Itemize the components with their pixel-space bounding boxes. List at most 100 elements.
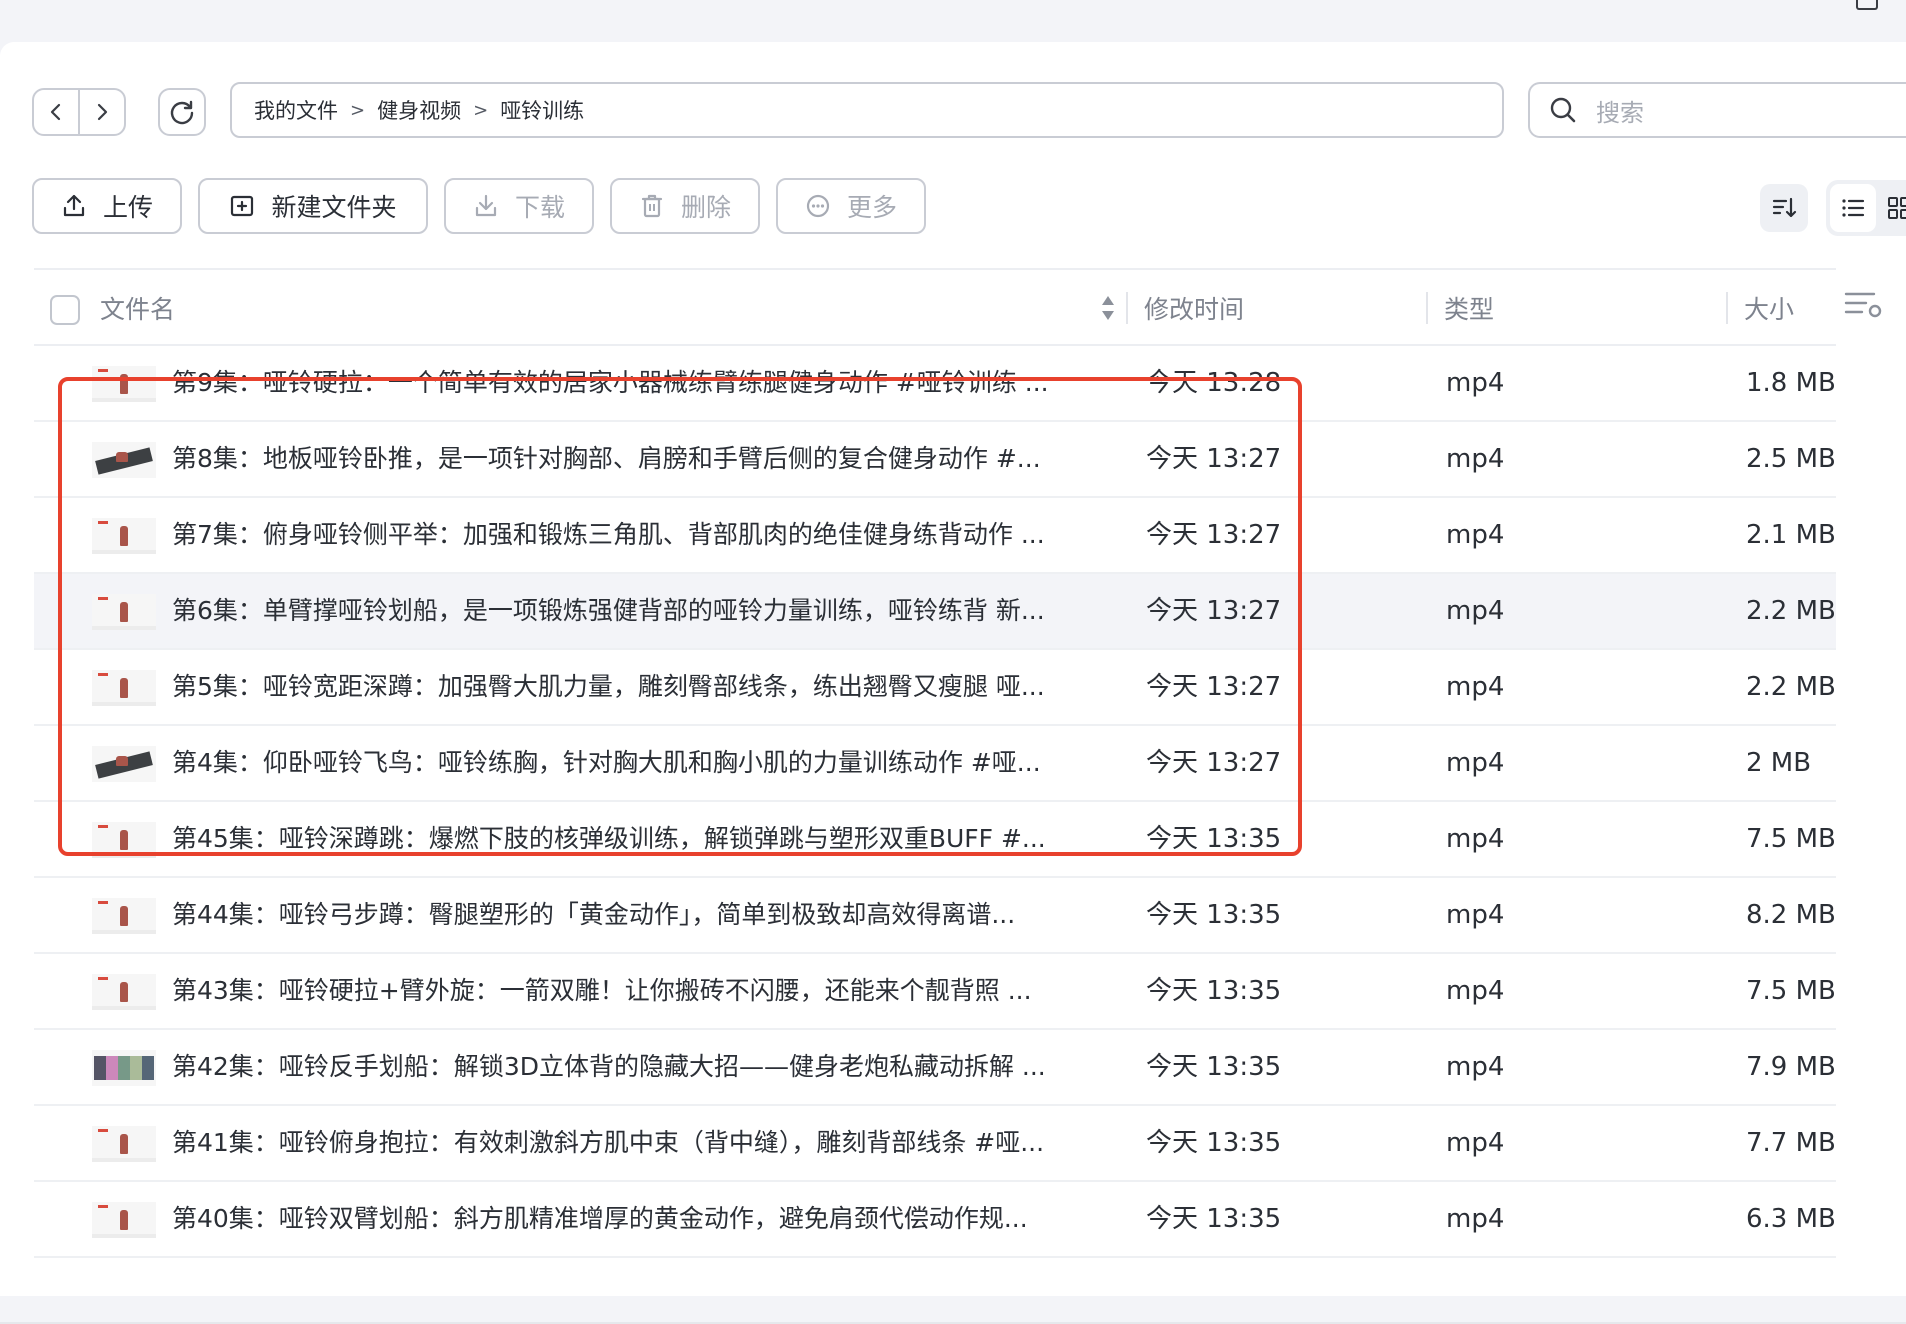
file-modified-time: 今天 13:28 <box>1146 368 1282 398</box>
breadcrumb-item-my-files[interactable]: 我的文件 <box>254 95 338 125</box>
file-size: 8.2 MB <box>1746 900 1836 930</box>
file-name[interactable]: 第43集：哑铃硬拉+臂外旋：一箭双雕！让你搬砖不闪腰，还能来个靓背照 ... <box>172 954 1142 1028</box>
breadcrumb: 我的文件 > 健身视频 > 哑铃训练 <box>230 82 1504 138</box>
column-header-size[interactable]: 大小 <box>1744 270 1794 346</box>
download-label: 下载 <box>514 193 565 222</box>
search-placeholder: 搜索 <box>1596 98 1644 127</box>
table-row[interactable]: 第6集：单臂撑哑铃划船，是一项锻炼强健背部的哑铃力量训练，哑铃练背 新... 今天… <box>34 574 1836 650</box>
file-name[interactable]: 第4集：仰卧哑铃飞鸟：哑铃练胸，针对胸大肌和胸小肌的力量训练动作 #哑... <box>172 726 1142 800</box>
breadcrumb-separator: > <box>350 99 366 121</box>
file-name[interactable]: 第42集：哑铃反手划船：解锁3D立体背的隐藏大招——健身老炮私藏动拆解 ... <box>172 1030 1142 1104</box>
forward-button[interactable] <box>78 90 124 134</box>
table-row[interactable]: 第40集：哑铃双臂划船：斜方肌精准增厚的黄金动作，避免肩颈代偿动作规... 今天 … <box>34 1182 1836 1258</box>
column-header-type[interactable]: 类型 <box>1444 270 1494 346</box>
file-name[interactable]: 第44集：哑铃弓步蹲：臀腿塑形的「黄金动作」，简单到极致却高效得离谱... <box>172 878 1142 952</box>
file-name[interactable]: 第5集：哑铃宽距深蹲：加强臀大肌力量，雕刻臀部线条，练出翘臀又瘦腿 哑... <box>172 650 1142 724</box>
file-type: mp4 <box>1446 1052 1505 1082</box>
file-name[interactable]: 第40集：哑铃双臂划船：斜方肌精准增厚的黄金动作，避免肩颈代偿动作规... <box>172 1182 1142 1256</box>
file-size: 2.5 MB <box>1746 444 1836 474</box>
file-modified-time: 今天 13:27 <box>1146 596 1282 626</box>
list-view-icon <box>1842 199 1865 217</box>
file-name[interactable]: 第41集：哑铃俯身抱拉：有效刺激斜方肌中束（背中缝），雕刻背部线条 #哑... <box>172 1106 1142 1180</box>
file-size: 2 MB <box>1746 748 1812 778</box>
video-thumbnail <box>92 442 156 478</box>
download-button[interactable]: 下载 <box>444 178 594 234</box>
sort-button[interactable] <box>1760 184 1808 232</box>
column-settings-icon[interactable] <box>1844 288 1884 320</box>
file-type: mp4 <box>1446 976 1505 1006</box>
window-top-bar <box>0 0 1906 42</box>
select-all-checkbox[interactable] <box>50 295 80 325</box>
file-name[interactable]: 第9集：哑铃硬拉：一个简单有效的居家小器械练臂练腿健身动作 #哑铃训练 ... <box>172 346 1142 420</box>
table-row[interactable]: 第4集：仰卧哑铃飞鸟：哑铃练胸，针对胸大肌和胸小肌的力量训练动作 #哑... 今天… <box>34 726 1836 802</box>
column-divider[interactable] <box>1426 292 1428 324</box>
more-label: 更多 <box>846 193 897 222</box>
video-thumbnail <box>92 1202 156 1238</box>
file-modified-time: 今天 13:35 <box>1146 824 1282 854</box>
upload-button[interactable]: 上传 <box>32 178 182 234</box>
file-name[interactable]: 第45集：哑铃深蹲跳：爆燃下肢的核弹级训练，解锁弹跳与塑形双重BUFF #... <box>172 802 1142 876</box>
file-size: 1.8 MB <box>1746 368 1836 398</box>
window-corner-icon[interactable] <box>1856 0 1878 10</box>
file-type: mp4 <box>1446 1128 1505 1158</box>
file-size: 2.1 MB <box>1746 520 1836 550</box>
file-name[interactable]: 第7集：俯身哑铃侧平举：加强和锻炼三角肌、背部肌肉的绝佳健身练背动作 ... <box>172 498 1142 572</box>
file-modified-time: 今天 13:35 <box>1146 1128 1282 1158</box>
column-divider[interactable] <box>1726 292 1728 324</box>
file-modified-time: 今天 13:35 <box>1146 1052 1282 1082</box>
breadcrumb-item-fitness-videos[interactable]: 健身视频 <box>377 95 461 125</box>
new-folder-button[interactable]: 新建文件夹 <box>198 178 428 234</box>
back-button[interactable] <box>34 90 78 134</box>
search-input[interactable]: 搜索 <box>1528 82 1906 138</box>
refresh-icon <box>170 100 194 125</box>
delete-label: 删除 <box>680 193 731 222</box>
table-row[interactable]: 第5集：哑铃宽距深蹲：加强臀大肌力量，雕刻臀部线条，练出翘臀又瘦腿 哑... 今天… <box>34 650 1836 726</box>
trash-icon <box>641 194 663 218</box>
column-divider[interactable] <box>1126 292 1128 324</box>
more-button[interactable]: 更多 <box>776 178 926 234</box>
table-row[interactable]: 第9集：哑铃硬拉：一个简单有效的居家小器械练臂练腿健身动作 #哑铃训练 ... 今… <box>34 346 1836 422</box>
file-name[interactable]: 第6集：单臂撑哑铃划船，是一项锻炼强健背部的哑铃力量训练，哑铃练背 新... <box>172 574 1142 648</box>
list-view-button[interactable] <box>1830 184 1876 232</box>
table-row[interactable]: 第41集：哑铃俯身抱拉：有效刺激斜方肌中束（背中缝），雕刻背部线条 #哑... 今… <box>34 1106 1836 1182</box>
file-size: 7.5 MB <box>1746 824 1836 854</box>
file-type: mp4 <box>1446 368 1505 398</box>
video-thumbnail <box>92 594 156 630</box>
delete-button[interactable]: 删除 <box>610 178 760 234</box>
chevron-right-icon <box>97 103 108 121</box>
file-modified-time: 今天 13:27 <box>1146 520 1282 550</box>
video-thumbnail <box>92 518 156 554</box>
file-type: mp4 <box>1446 520 1505 550</box>
file-name[interactable]: 第8集：地板哑铃卧推，是一项针对胸部、肩膀和手臂后侧的复合健身动作 #... <box>172 422 1142 496</box>
upload-label: 上传 <box>102 193 153 222</box>
grid-view-button[interactable] <box>1876 184 1906 232</box>
file-modified-time: 今天 13:35 <box>1146 900 1282 930</box>
table-row[interactable]: 第42集：哑铃反手划船：解锁3D立体背的隐藏大招——健身老炮私藏动拆解 ... 今… <box>34 1030 1836 1106</box>
refresh-button[interactable] <box>158 88 206 136</box>
breadcrumb-separator: > <box>473 99 489 121</box>
file-modified-time: 今天 13:27 <box>1146 748 1282 778</box>
table-row[interactable]: 第45集：哑铃深蹲跳：爆燃下肢的核弹级训练，解锁弹跳与塑形双重BUFF #...… <box>34 802 1836 878</box>
table-row[interactable]: 第44集：哑铃弓步蹲：臀腿塑形的「黄金动作」，简单到极致却高效得离谱... 今天 … <box>34 878 1836 954</box>
file-size: 7.9 MB <box>1746 1052 1836 1082</box>
file-size: 2.2 MB <box>1746 596 1836 626</box>
column-header-modified[interactable]: 修改时间 <box>1144 270 1244 346</box>
table-row[interactable]: 第43集：哑铃硬拉+臂外旋：一箭双雕！让你搬砖不闪腰，还能来个靓背照 ... 今天… <box>34 954 1836 1030</box>
table-row[interactable]: 第7集：俯身哑铃侧平举：加强和锻炼三角肌、背部肌肉的绝佳健身练背动作 ... 今天… <box>34 498 1836 574</box>
more-icon <box>806 194 830 218</box>
history-nav <box>32 88 126 136</box>
download-icon <box>475 194 497 217</box>
new-folder-label: 新建文件夹 <box>271 193 397 222</box>
sort-arrows-icon[interactable] <box>1100 292 1116 324</box>
file-list: 第9集：哑铃硬拉：一个简单有效的居家小器械练臂练腿健身动作 #哑铃训练 ... 今… <box>34 346 1836 1258</box>
video-thumbnail <box>92 1126 156 1162</box>
breadcrumb-item-dumbbell-training[interactable]: 哑铃训练 <box>500 95 584 125</box>
search-icon <box>1550 97 1576 123</box>
new-folder-icon <box>231 195 254 217</box>
column-header-name[interactable]: 文件名 <box>100 270 175 346</box>
file-size: 7.5 MB <box>1746 976 1836 1006</box>
table-row[interactable]: 第8集：地板哑铃卧推，是一项针对胸部、肩膀和手臂后侧的复合健身动作 #... 今天… <box>34 422 1836 498</box>
upload-icon <box>63 194 85 217</box>
file-modified-time: 今天 13:27 <box>1146 444 1282 474</box>
file-size: 2.2 MB <box>1746 672 1836 702</box>
